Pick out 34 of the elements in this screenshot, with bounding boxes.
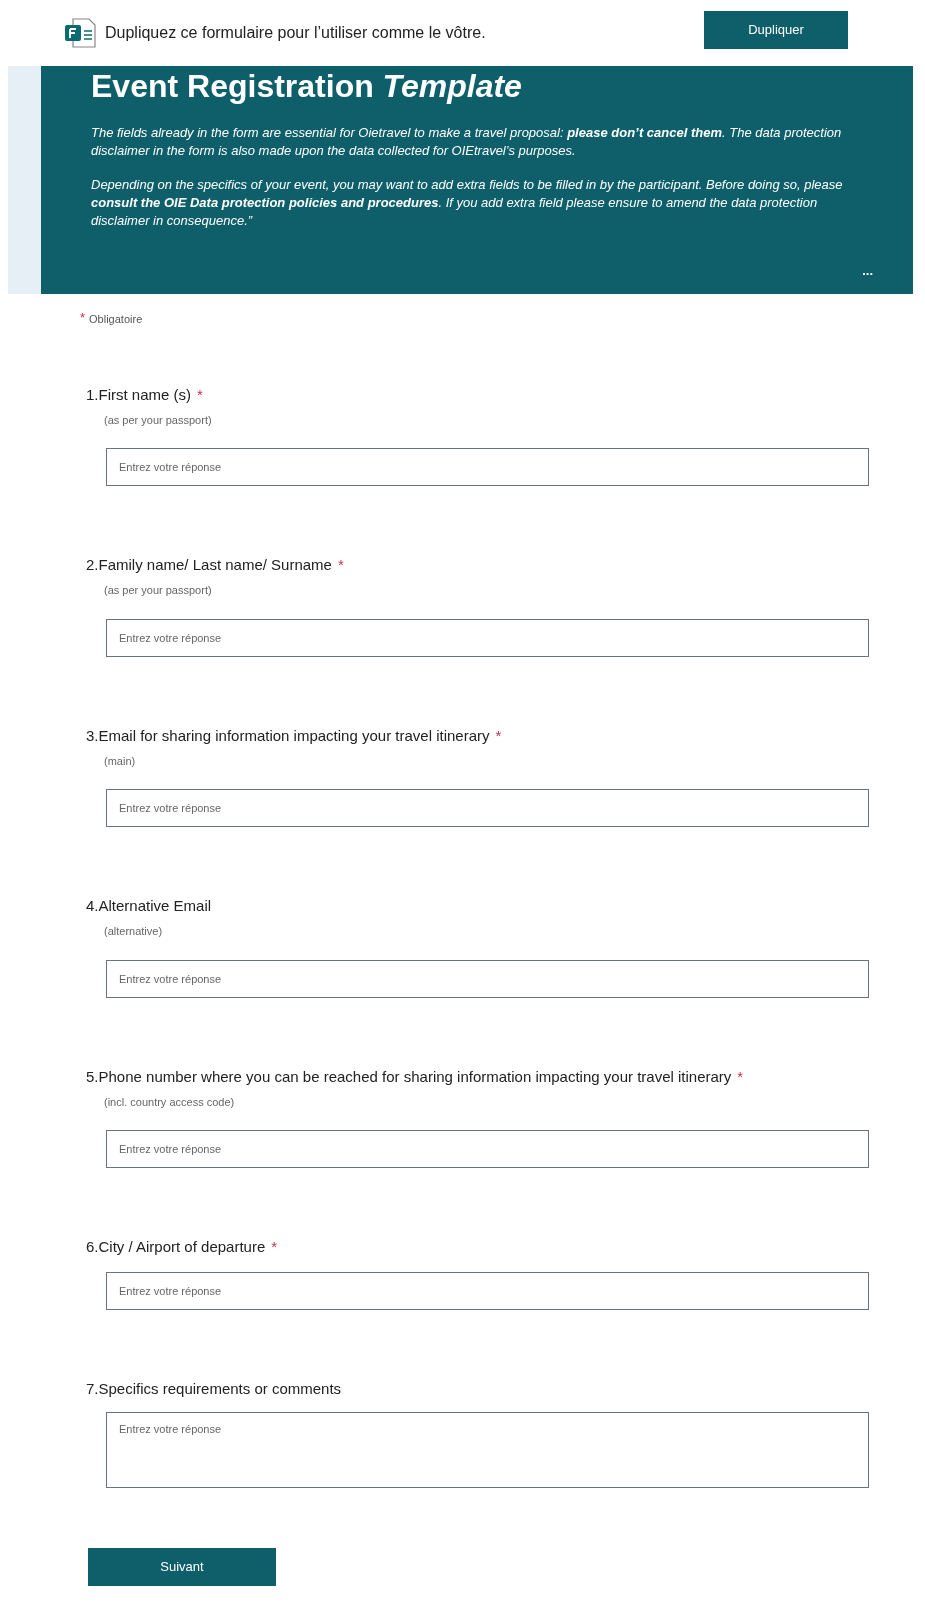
question-hint: (alternative) <box>104 924 164 939</box>
required-asterisk: * <box>80 309 86 327</box>
answer-field[interactable]: Entrez votre réponse <box>106 448 869 486</box>
notice-text: Dupliquez ce formulaire pour l’utiliser comme le vôtre. <box>105 23 486 43</box>
header-paragraph: Depending on the specifics of your event, you may want to add extra fields to be filled in by the participant. Before doing so, please consult the OIE Data protection policies and procedures. If you add extra field please ensure to amend the data protection disclaimer in consequence.” <box>91 176 844 230</box>
next-button[interactable]: Suivant <box>88 1548 276 1586</box>
required-asterisk: * <box>197 384 203 405</box>
question-label: 4.Alternative Email <box>86 896 212 916</box>
question-label: 2.Family name/ Last name/ Surname <box>86 555 332 575</box>
answer-field[interactable]: Entrez votre réponse <box>106 1130 869 1168</box>
answer-field[interactable]: Entrez votre réponse <box>106 789 869 827</box>
more-options[interactable]: ... <box>862 260 873 280</box>
question-label: 1.First name (s) <box>86 384 191 405</box>
question-hint: (as per your passport) <box>104 583 213 598</box>
question-hint: (main) <box>104 753 137 769</box>
question-hint: (as per your passport) <box>104 412 213 428</box>
required-asterisk: * <box>337 555 344 575</box>
duplicate-button[interactable]: Dupliquer <box>704 11 848 49</box>
question-label: 7.Specifics requirements or comments <box>86 1379 342 1399</box>
answer-field[interactable]: Entrez votre réponse <box>106 959 869 998</box>
question-label: 3.Email for sharing information impacting your travel itinerary <box>86 725 490 746</box>
required-asterisk: * <box>495 725 502 746</box>
answer-field[interactable]: Entrez votre réponse <box>106 1412 869 1488</box>
header-paragraph: The fields already in the form are essential for Oietravel to make a travel proposal: please don’t cancel them. The data protection disclaimer in the form is also made upon the data collected for OIEtravel’s purposes. <box>91 124 843 160</box>
forms-icon <box>63 17 97 49</box>
question-label: 5.Phone number where you can be reached for sharing information impacting your travel itinerary <box>86 1066 732 1087</box>
answer-field[interactable]: Entrez votre réponse <box>106 618 869 657</box>
answer-field[interactable]: Entrez votre réponse <box>106 1272 869 1310</box>
question-label: 6.City / Airport of departure <box>86 1237 266 1257</box>
required-asterisk: * <box>271 1237 278 1257</box>
required-asterisk: * <box>737 1066 744 1087</box>
form-title: Event Registration Template <box>91 68 523 104</box>
required-note: Obligatoire <box>89 312 143 327</box>
question-hint: (incl. country access code) <box>104 1094 236 1110</box>
